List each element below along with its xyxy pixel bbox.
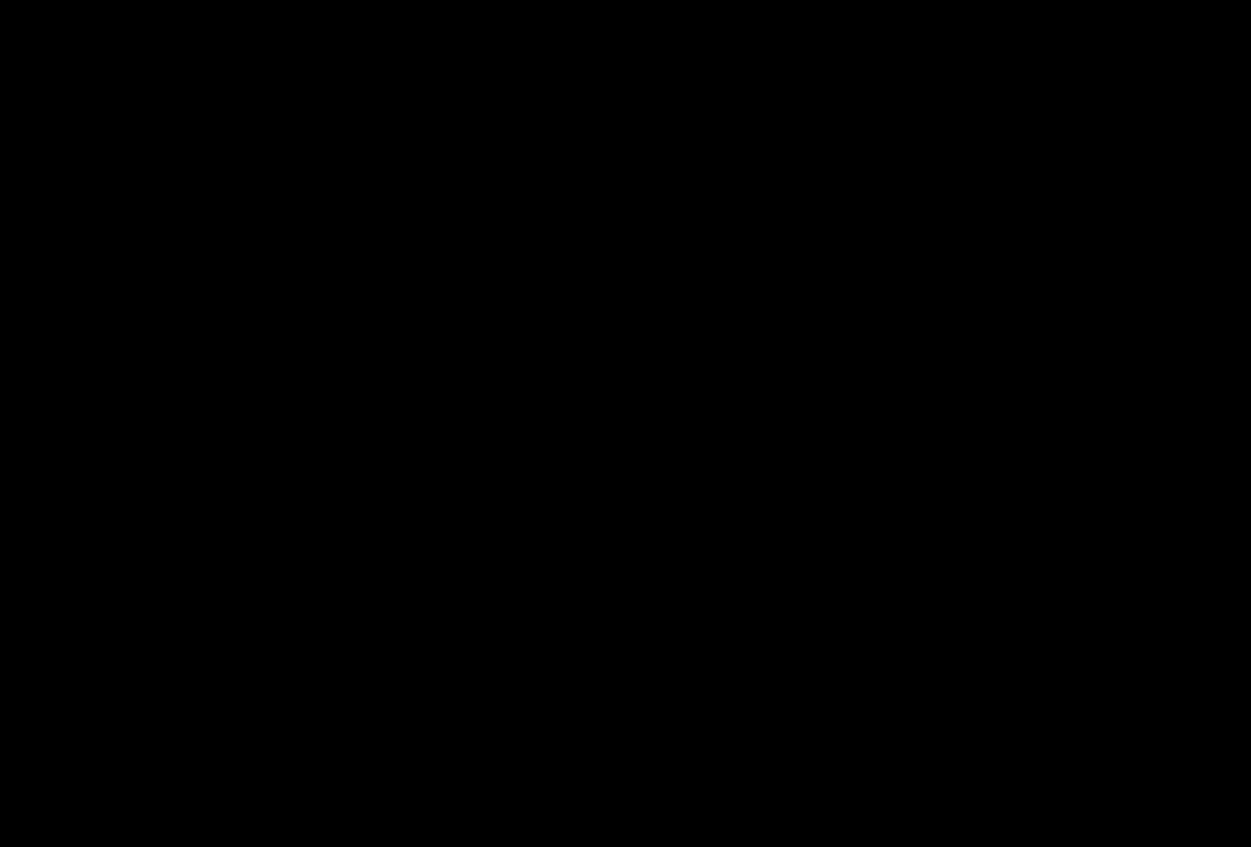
intro-line: Consider the derivative function f′(x) =…: [0, 70, 493, 101]
part-a-label: (a): [0, 144, 32, 174]
intro-end: .: [485, 70, 493, 100]
part-a-formula: f″(1): [220, 144, 273, 175]
intro-text: Consider the derivative function: [0, 70, 365, 100]
part-c-label: (c): [0, 781, 31, 811]
part-b-marks: (1 mark): [1154, 531, 1251, 561]
part-b-text: Explain the meaning of your answer to pa…: [93, 531, 634, 561]
part-c-axis-var: y: [834, 781, 848, 812]
part-a-text: Determine f″(1).: [93, 144, 280, 175]
part-c: (c) Determine the expression for y = f(x…: [0, 781, 1251, 812]
part-b-label: (b): [0, 531, 32, 561]
question-title: Question 1: [0, 0, 135, 28]
part-a-marks: (2 marks): [1141, 144, 1251, 174]
question-total-marks: (6 marks): [1135, 0, 1251, 28]
intro-formula: f′(x) = xex²: [371, 70, 486, 101]
part-c-formula: y = f(x): [434, 781, 519, 812]
part-b: (b) Explain the meaning of your answer t…: [0, 531, 1251, 561]
part-a: (a) Determine f″(1). (2 marks): [0, 144, 1251, 175]
part-c-marks: (3 marks): [1141, 815, 1251, 845]
part-c-text: Determine the expression for y = f(x), g…: [93, 781, 1106, 812]
